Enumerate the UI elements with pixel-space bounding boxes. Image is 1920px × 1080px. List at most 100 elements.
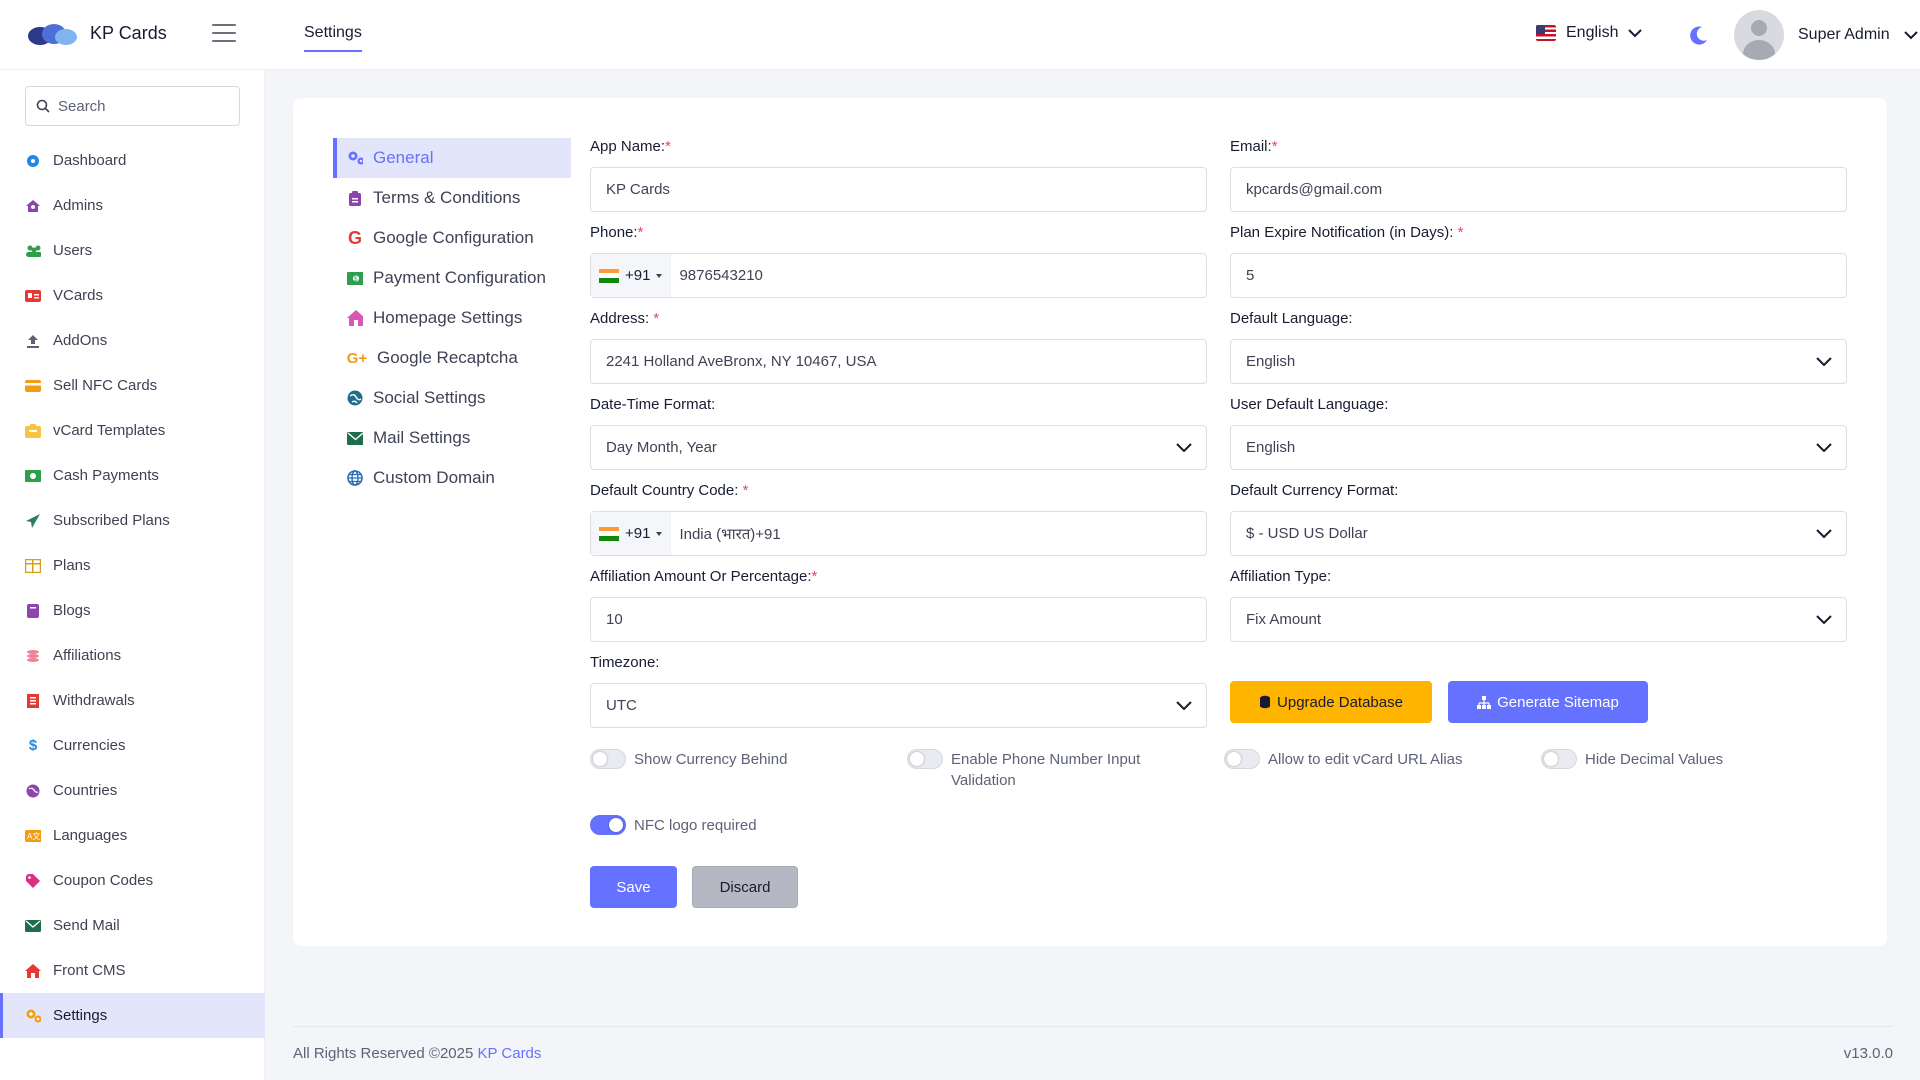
- sidebar-item-dashboard[interactable]: Dashboard: [0, 138, 265, 183]
- phone-input[interactable]: +91 9876543210: [590, 253, 1207, 298]
- sidebar-item-subscribed-plans[interactable]: Subscribed Plans: [0, 498, 265, 543]
- hide-decimal-toggle[interactable]: [1541, 749, 1577, 769]
- phone-validation-option: Enable Phone Number Input Validation: [907, 749, 1177, 791]
- card-icon: [25, 378, 41, 394]
- required-mark: *: [1271, 138, 1278, 155]
- sidebar-item-vcards[interactable]: VCards: [0, 273, 265, 318]
- settings-nav-google-config[interactable]: G Google Configuration: [333, 218, 571, 258]
- sidebar-item-front-cms[interactable]: Front CMS: [0, 948, 265, 993]
- sidebar-item-addons[interactable]: AddOns: [0, 318, 265, 363]
- discard-button[interactable]: Discard: [692, 866, 798, 908]
- settings-nav-payment-config[interactable]: $ Payment Configuration: [333, 258, 571, 298]
- kp-cards-logo[interactable]: [26, 22, 78, 48]
- required-mark: *: [1457, 224, 1464, 241]
- sidebar-item-label: Admins: [53, 197, 104, 214]
- phone-country-selector[interactable]: +91: [591, 254, 672, 297]
- settings-nav-general[interactable]: General: [333, 138, 571, 178]
- sidebar-item-settings[interactable]: Settings: [0, 993, 265, 1038]
- menu-toggle-icon[interactable]: [212, 24, 236, 44]
- footer-version: v13.0.0: [1843, 1045, 1893, 1062]
- sidebar-item-send-mail[interactable]: Send Mail: [0, 903, 265, 948]
- currency-format-select[interactable]: $ - USD US Dollar: [1230, 511, 1847, 556]
- sidebar-item-label: vCard Templates: [53, 422, 166, 439]
- nfc-logo-toggle[interactable]: [590, 815, 626, 835]
- sidebar-item-admins[interactable]: Admins: [0, 183, 265, 228]
- email-field[interactable]: kpcards@gmail.com: [1230, 167, 1847, 212]
- sidebar-item-label: Withdrawals: [53, 692, 135, 709]
- app-name-label-text: App Name:: [590, 138, 666, 155]
- sidebar-item-users[interactable]: Users: [0, 228, 265, 273]
- sidebar-item-label: Blogs: [53, 602, 91, 619]
- plan-expire-input[interactable]: 5: [1230, 253, 1847, 298]
- sidebar-item-vcard-templates[interactable]: vCard Templates: [0, 408, 265, 453]
- globe-grid-icon: [347, 470, 363, 486]
- svg-text:A文: A文: [27, 831, 40, 841]
- nfc-logo-label: NFC logo required: [634, 817, 757, 834]
- address-input[interactable]: 2241 Holland AveBronx, NY 10467, USA: [590, 339, 1207, 384]
- settings-nav-homepage[interactable]: Homepage Settings: [333, 298, 571, 338]
- plan-expire-label-text: Plan Expire Notification (in Days):: [1230, 224, 1458, 241]
- phone-label: Phone:*: [590, 224, 643, 241]
- settings-nav-terms[interactable]: Terms & Conditions: [333, 178, 571, 218]
- sidebar-item-languages[interactable]: A文 Languages: [0, 813, 265, 858]
- tag-icon: [25, 873, 41, 889]
- gears-icon: [347, 150, 363, 166]
- app-name-value: KP Cards: [606, 181, 670, 198]
- sidebar-item-countries[interactable]: Countries: [0, 768, 265, 813]
- settings-nav-recaptcha[interactable]: G+ Google Recaptcha: [333, 338, 571, 378]
- phone-validation-toggle[interactable]: [907, 749, 943, 769]
- settings-card: General Terms & Conditions G Google Conf…: [293, 98, 1887, 946]
- show-currency-behind-option: Show Currency Behind: [590, 749, 890, 770]
- save-button[interactable]: Save: [590, 866, 677, 908]
- sidebar-item-cash-payments[interactable]: Cash Payments: [0, 453, 265, 498]
- sidebar: Dashboard Admins Users VCards AddOns Sel…: [0, 70, 265, 1080]
- sidebar-item-plans[interactable]: Plans: [0, 543, 265, 588]
- settings-nav-label: Mail Settings: [373, 428, 471, 447]
- sidebar-item-currencies[interactable]: $ Currencies: [0, 723, 265, 768]
- avatar: [1734, 10, 1784, 60]
- generate-sitemap-button[interactable]: Generate Sitemap: [1448, 681, 1648, 723]
- language-dropdown[interactable]: English: [1536, 24, 1643, 42]
- sidebar-item-affiliations[interactable]: Affiliations: [0, 633, 265, 678]
- settings-nav-label: Google Recaptcha: [377, 348, 518, 367]
- sidebar-item-sell-nfc[interactable]: Sell NFC Cards: [0, 363, 265, 408]
- affiliation-type-select[interactable]: Fix Amount: [1230, 597, 1847, 642]
- footer-brand-link[interactable]: KP Cards: [477, 1045, 541, 1062]
- sidebar-item-label: Dashboard: [53, 152, 127, 169]
- us-flag-icon: [1536, 25, 1556, 41]
- country-code-selector[interactable]: +91: [591, 512, 672, 555]
- chevron-down-icon: [1816, 442, 1832, 452]
- affiliation-amount-input[interactable]: 10: [590, 597, 1207, 642]
- phone-value: 9876543210: [679, 267, 763, 284]
- app-name-input[interactable]: KP Cards: [590, 167, 1207, 212]
- search-input[interactable]: [58, 97, 218, 115]
- timezone-select[interactable]: UTC: [590, 683, 1207, 728]
- user-default-language-value: English: [1246, 439, 1296, 456]
- dark-mode-moon-icon[interactable]: [1688, 24, 1710, 46]
- nfc-logo-option: NFC logo required: [590, 815, 890, 836]
- settings-nav-label: Custom Domain: [373, 468, 495, 487]
- user-menu[interactable]: Super Admin: [1734, 10, 1918, 60]
- sidebar-item-withdrawals[interactable]: Withdrawals: [0, 678, 265, 723]
- settings-nav-mail[interactable]: Mail Settings: [333, 418, 571, 458]
- affiliation-amount-label-text: Affiliation Amount Or Percentage:: [590, 568, 812, 585]
- vcard-url-alias-toggle[interactable]: [1224, 749, 1260, 769]
- datetime-format-select[interactable]: Day Month, Year: [590, 425, 1207, 470]
- language-label: English: [1566, 24, 1619, 41]
- upgrade-database-button[interactable]: Upgrade Database: [1230, 681, 1432, 723]
- language-icon: A文: [25, 828, 41, 844]
- database-icon: [1260, 695, 1271, 709]
- sidebar-item-blogs[interactable]: Blogs: [0, 588, 265, 633]
- settings-nav-custom-domain[interactable]: Custom Domain: [333, 458, 571, 498]
- user-default-language-select[interactable]: English: [1230, 425, 1847, 470]
- tab-settings[interactable]: Settings: [304, 24, 362, 52]
- show-currency-behind-toggle[interactable]: [590, 749, 626, 769]
- default-language-select[interactable]: English: [1230, 339, 1847, 384]
- search-box[interactable]: [25, 86, 240, 126]
- country-code-input[interactable]: +91 India (भारत)+91: [590, 511, 1207, 556]
- plan-expire-value: 5: [1246, 267, 1255, 284]
- sidebar-item-coupon-codes[interactable]: Coupon Codes: [0, 858, 265, 903]
- settings-nav-social[interactable]: Social Settings: [333, 378, 571, 418]
- caret-down-icon: [656, 531, 663, 536]
- chevron-down-icon: [1176, 700, 1192, 710]
